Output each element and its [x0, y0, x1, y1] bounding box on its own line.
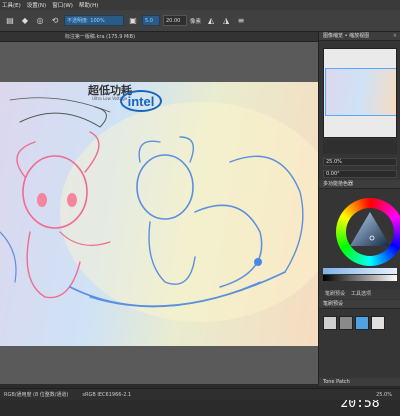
size-value: 5.0 [145, 17, 153, 24]
document-tab-bar: 标注第一版稿.kra (175.9 MiB) [0, 32, 318, 42]
intel-logo: intel [120, 90, 162, 112]
canvas-area[interactable]: 超低功耗 Ultra Low Voltage intel [0, 42, 318, 384]
right-dock: 图像缩览 • 缩放视图 × 25.0% 0.00° 多功能拾色器 笔刷预设 工具… [318, 32, 400, 411]
size-value2: 20.00 [166, 17, 181, 24]
status-profile: sRGB IEC61966-2.1 [82, 392, 132, 398]
overview-title: 图像缩览 • 缩放视图 [323, 33, 370, 39]
brush-preset-item[interactable] [371, 316, 385, 330]
close-icon[interactable]: × [393, 32, 397, 41]
opacity-slider[interactable]: 不透明度: 100% [64, 15, 124, 26]
mirror-horizontal-icon[interactable]: ◭ [205, 15, 217, 27]
brush-panel-title: 笔刷预设 [323, 301, 344, 307]
lock-icon[interactable]: ▣ [127, 15, 139, 27]
menu-tools[interactable]: 工具(E) [2, 1, 21, 9]
brush-list [323, 316, 397, 330]
menu-bar: 工具(E) 设置(N) 窗口(W) 帮助(H) [0, 0, 400, 10]
size-slider[interactable]: 5.0 [142, 15, 160, 26]
color-panel-header: 多功能拾色器 [319, 180, 400, 189]
brush-preset-item[interactable] [355, 316, 369, 330]
artwork [0, 97, 318, 322]
wrap-icon[interactable]: ≡ [235, 15, 247, 27]
menu-help[interactable]: 帮助(H) [79, 1, 98, 9]
overview-controls [323, 140, 397, 154]
mirror-vertical-icon[interactable]: ◮ [220, 15, 232, 27]
color-panel-title: 多功能拾色器 [323, 181, 354, 187]
status-zoom: 25.0% [376, 392, 392, 398]
color-triangle[interactable] [346, 208, 394, 256]
size-input[interactable]: 20.00 [163, 15, 187, 26]
size-unit: 像素 [190, 18, 202, 25]
hue-wheel[interactable] [336, 198, 400, 266]
reset-icon[interactable]: ⟲ [49, 15, 61, 27]
overview-view-rect[interactable] [325, 68, 396, 116]
rotate-slider[interactable]: 0.00° [323, 170, 397, 178]
intel-logo-text: intel [127, 93, 155, 109]
rotate-value: 0.00° [326, 171, 340, 177]
color-triangle-area[interactable] [346, 208, 394, 256]
brush-presets-icon[interactable]: ▤ [4, 15, 16, 27]
opacity-value: 不透明度: 100% [67, 18, 105, 24]
menu-settings[interactable]: 设置(N) [27, 1, 46, 9]
status-color-model: RGB/通用度 (8 位整数/通道) [4, 392, 69, 398]
color-strip[interactable] [323, 268, 397, 274]
document-title[interactable]: 标注第一版稿.kra (175.9 MiB) [0, 32, 200, 42]
tab-tool-options[interactable]: 工具选项 [351, 290, 371, 299]
tool-options-bar: ▤ ◆ ◎ ⟲ 不透明度: 100% ▣ 5.0 20.00 像素 ◭ ◮ ≡ [0, 10, 400, 32]
blend-mode-icon[interactable]: ◎ [34, 15, 46, 27]
brush-panel-header: 笔刷预设 [319, 300, 400, 309]
overview-thumbnail[interactable] [323, 48, 397, 138]
tab-brush-presets[interactable]: 笔刷预设 [325, 290, 345, 299]
zoom-slider[interactable]: 25.0% [323, 158, 397, 166]
zoom-value: 25.0% [326, 159, 342, 165]
gray-strip[interactable] [323, 275, 397, 281]
eraser-icon[interactable]: ◆ [19, 15, 31, 27]
drawing-canvas[interactable]: 超低功耗 Ultra Low Voltage intel [0, 82, 318, 346]
timer-title: Tone Patch [323, 379, 350, 385]
status-bar: RGB/通用度 (8 位整数/通道) sRGB IEC61966-2.1 25.… [0, 388, 400, 400]
menu-window[interactable]: 窗口(W) [52, 1, 73, 9]
brush-preset-item[interactable] [323, 316, 337, 330]
brush-tabs: 笔刷预设 工具选项 [319, 290, 400, 299]
brush-preset-item[interactable] [339, 316, 353, 330]
timer-panel-header: Tone Patch [319, 378, 400, 387]
overview-panel-header: 图像缩览 • 缩放视图 × [319, 32, 400, 41]
